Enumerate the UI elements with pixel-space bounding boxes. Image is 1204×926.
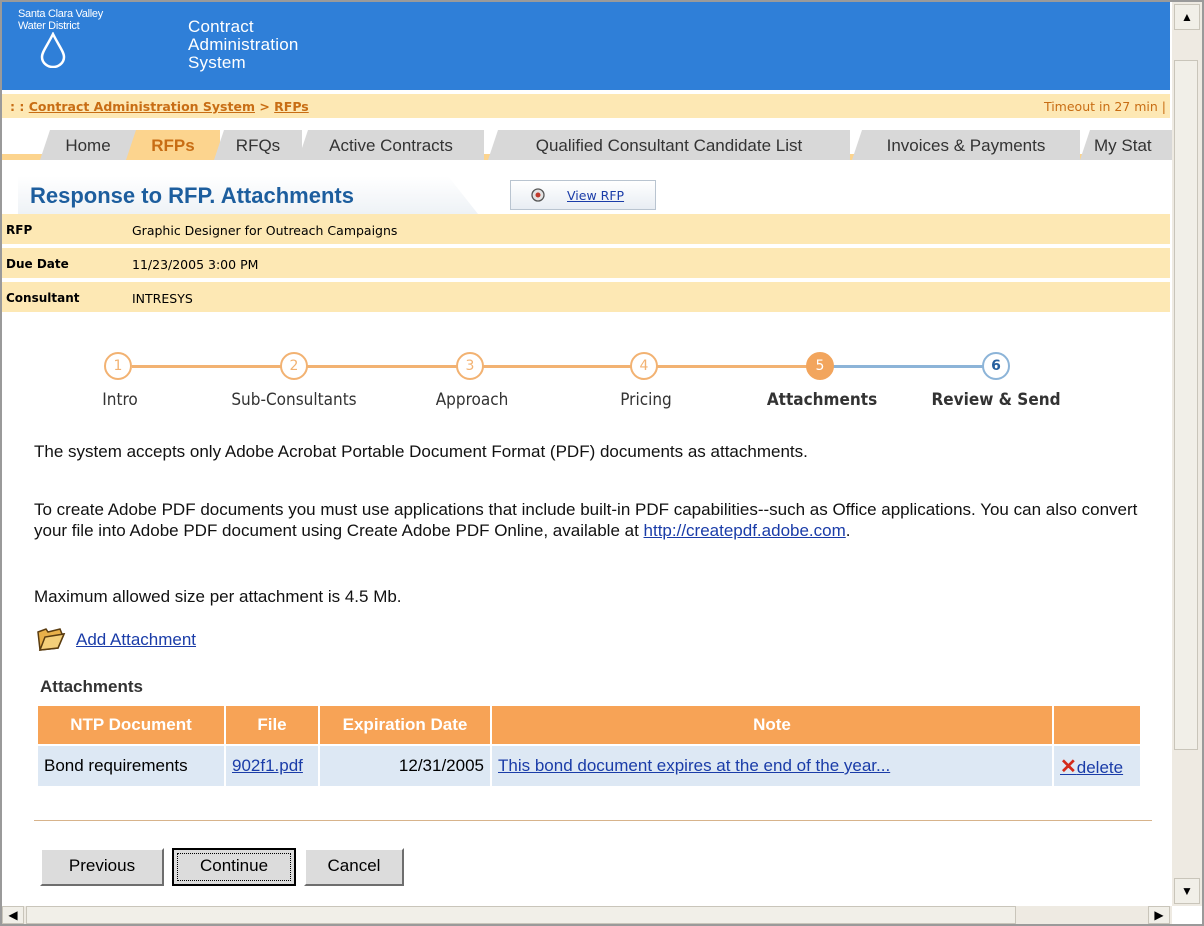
add-attachment-link[interactable]: Add Attachment [76,630,196,650]
view-rfp-link[interactable]: View RFP [567,188,624,203]
scroll-down-arrow-icon[interactable]: ▼ [1174,878,1200,904]
info-row-consultant: Consultant INTRESYS [2,282,1170,314]
scroll-right-arrow-icon[interactable]: ▶ [1148,906,1170,924]
createpdf-link[interactable]: http://createpdf.adobe.com [644,521,846,540]
main-tabs: Home RFPs RFQs Active Contracts Qualifie… [2,124,1172,160]
step-2-label: Sub-Consultants [231,390,357,410]
previous-button[interactable]: Previous [40,848,164,886]
cell-expiration-date: 12/31/2005 [320,746,490,786]
step-4-circle: 4 [630,352,658,380]
delete-link[interactable]: ✕delete [1060,755,1123,778]
view-rfp-icon [531,188,545,202]
scroll-up-arrow-icon[interactable]: ▲ [1174,4,1200,30]
horizontal-scroll-thumb[interactable] [26,906,1016,924]
col-actions [1054,706,1140,744]
district-logo-text: Santa Clara Valley Water District [18,8,103,32]
step-6-label: Review & Send [931,390,1061,410]
attachments-heading: Attachments [40,677,143,696]
steps-line-pending [832,365,1002,368]
breadcrumb: : : Contract Administration System > RFP… [10,99,309,114]
breadcrumb-link-cas[interactable]: Contract Administration System [29,99,255,114]
max-size-notice: Maximum allowed size per attachment is 4… [34,587,402,606]
step-3-circle: 3 [456,352,484,380]
info-row-due-date: Due Date 11/23/2005 3:00 PM [2,248,1170,280]
tab-my-stat[interactable]: My Stat [1080,130,1172,160]
add-attachment[interactable]: Add Attachment [36,626,196,657]
step-6-circle: 6 [982,352,1010,380]
due-date-label: Due Date [6,257,69,271]
cell-actions: ✕delete [1054,746,1140,786]
cell-file: 902f1.pdf [226,746,318,786]
cancel-button[interactable]: Cancel [304,848,404,886]
attachments-table: NTP Document File Expiration Date Note B… [36,704,1142,788]
session-timeout: Timeout in 27 min | [1043,99,1166,114]
tab-active-contracts[interactable]: Active Contracts [298,130,484,160]
step-3-label: Approach [435,390,509,410]
step-5-circle: 5 [806,352,834,380]
water-drop-icon [40,32,66,68]
tab-rfps[interactable]: RFPs [126,130,220,160]
cell-note: This bond document expires at the end of… [492,746,1052,786]
due-date-value: 11/23/2005 3:00 PM [132,257,259,272]
delete-x-icon: ✕ [1060,755,1077,778]
step-4-label: Pricing [620,390,672,410]
continue-button[interactable]: Continue [172,848,296,886]
col-file: File [226,706,318,744]
pdf-instructions: To create Adobe PDF documents you must u… [34,500,1138,540]
folder-icon [37,628,66,651]
cell-ntp-document: Bond requirements [38,746,224,786]
app-header: Santa Clara Valley Water District Contra… [2,2,1170,90]
step-5-label: Attachments [766,390,878,410]
step-2-circle: 2 [280,352,308,380]
consultant-label: Consultant [6,291,80,305]
app-title: Contract Administration System [188,17,299,72]
note-link[interactable]: This bond document expires at the end of… [498,756,890,775]
rfp-value: Graphic Designer for Outreach Campaigns [132,223,398,238]
step-1-circle: 1 [104,352,132,380]
scroll-left-arrow-icon[interactable]: ◀ [2,906,24,924]
tab-home[interactable]: Home [40,130,136,160]
divider [34,820,1152,821]
step-1-label: Intro [102,390,138,410]
col-expiration-date: Expiration Date [320,706,490,744]
view-rfp-button[interactable]: View RFP [510,180,656,210]
page-title: Response to RFP. Attachments [30,183,354,208]
info-row-rfp: RFP Graphic Designer for Outreach Campai… [2,214,1170,246]
table-header-row: NTP Document File Expiration Date Note [38,706,1140,744]
page-title-bar: Response to RFP. Attachments View RFP [2,176,1170,214]
tab-rfqs[interactable]: RFQs [214,130,302,160]
consultant-value: INTRESYS [132,291,193,306]
col-note: Note [492,706,1052,744]
vertical-scroll-thumb[interactable] [1174,60,1198,750]
rfp-label: RFP [6,223,33,237]
file-link[interactable]: 902f1.pdf [232,756,303,775]
tab-invoices-payments[interactable]: Invoices & Payments [852,130,1080,160]
pdf-only-notice: The system accepts only Adobe Acrobat Po… [34,442,808,461]
breadcrumb-link-rfps[interactable]: RFPs [274,99,309,114]
tab-qualified-consultant-list[interactable]: Qualified Consultant Candidate List [488,130,850,160]
breadcrumb-bar: : : Contract Administration System > RFP… [2,94,1170,118]
col-ntp-document: NTP Document [38,706,224,744]
wizard-steps: 1 2 3 4 5 6 Intro Sub-Consultants Approa… [2,346,1170,426]
table-row: Bond requirements 902f1.pdf 12/31/2005 T… [38,746,1140,786]
